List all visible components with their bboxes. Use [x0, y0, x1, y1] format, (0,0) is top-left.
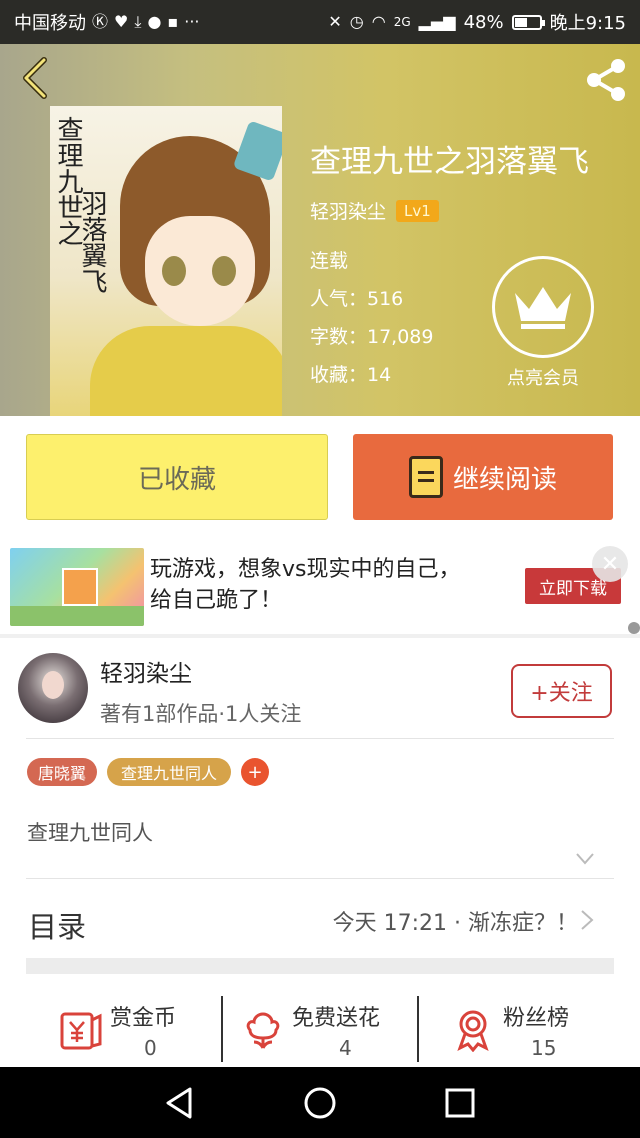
- stat-fans-value: 15: [531, 1036, 557, 1060]
- follow-button[interactable]: +关注: [511, 664, 612, 718]
- continue-reading-button[interactable]: 继续阅读: [353, 434, 613, 520]
- book-header: 查理九世之 羽落翼飞 查理九世之羽落翼飞 轻羽染尘 Lv1 连载 人气：516 …: [0, 44, 640, 416]
- share-icon: [587, 59, 625, 101]
- divider: [221, 996, 223, 1062]
- section-divider: [0, 634, 640, 638]
- carrier-label: 中国移动: [14, 13, 86, 34]
- cover-art-eye: [162, 256, 186, 286]
- continue-reading-label: 继续阅读: [452, 464, 557, 495]
- medal-icon[interactable]: [450, 1006, 496, 1052]
- book-cover[interactable]: 查理九世之 羽落翼飞: [50, 106, 282, 416]
- divider: [417, 996, 419, 1062]
- stat-coins[interactable]: 赏金币 0: [110, 996, 210, 1062]
- book-description: 查理九世同人: [27, 821, 153, 845]
- author-avatar[interactable]: [18, 653, 88, 723]
- cover-art-eye: [212, 256, 236, 286]
- more-icon: ···: [184, 12, 200, 31]
- word-count: 字数：17,089: [310, 326, 434, 348]
- ad-text-line2: 给自己跪了！: [150, 588, 283, 613]
- ad-image-ground: [10, 606, 144, 626]
- chat-icon: ●: [147, 12, 162, 31]
- ad-text-line1: 玩游戏，想象vs现实中的自己，: [150, 557, 461, 582]
- recents-nav-icon[interactable]: [440, 1083, 480, 1123]
- ad-image-house: [62, 568, 98, 606]
- vip-label: 点亮会员: [507, 368, 579, 389]
- crown-icon: [515, 287, 571, 329]
- stat-flowers-value: 4: [339, 1036, 352, 1060]
- toc-label[interactable]: 目录: [28, 904, 86, 946]
- k-icon: Ⓚ: [92, 12, 109, 31]
- coin-reward-icon[interactable]: [58, 1006, 104, 1052]
- ad-image: [10, 548, 144, 626]
- vip-button[interactable]: [492, 256, 594, 358]
- author-card-name[interactable]: 轻羽染尘: [100, 654, 192, 688]
- stat-flowers[interactable]: 免费送花 4: [292, 996, 412, 1062]
- ad-text: 玩游戏，想象vs现实中的自己， 给自己跪了！: [150, 554, 460, 616]
- author-card-meta: 著有1部作品·1人关注: [100, 702, 302, 726]
- status-bar: 中国移动 Ⓚ ♥ ⤓ ● ▪ ··· ✕ ◷ ◠ 2G ▂▄▆ 48% 晚上9:…: [0, 0, 640, 44]
- network-type: 2G: [393, 15, 411, 29]
- battery-fill: [514, 17, 527, 27]
- ad-info-icon[interactable]: [628, 622, 640, 634]
- section-divider: [26, 958, 614, 974]
- author-name[interactable]: 轻羽染尘: [310, 197, 386, 224]
- ad-close-button[interactable]: ✕: [592, 546, 628, 582]
- chevron-right-icon[interactable]: [580, 909, 594, 931]
- serial-status: 连载: [310, 250, 349, 272]
- stat-flowers-label: 免费送花: [292, 1006, 381, 1031]
- popularity: 人气：516: [310, 288, 404, 310]
- cover-art-coat: [90, 326, 282, 416]
- wifi-icon: ◠: [371, 12, 386, 31]
- mute-icon: ✕: [328, 12, 342, 31]
- add-tag-button[interactable]: +: [241, 758, 269, 786]
- share-button[interactable]: [582, 56, 630, 104]
- battery-percent: 48%: [463, 11, 504, 33]
- back-nav-icon[interactable]: [160, 1083, 200, 1123]
- app-icon: ▪: [167, 12, 179, 31]
- chevron-down-icon[interactable]: [575, 852, 595, 866]
- stat-fans-label: 粉丝榜: [503, 1006, 570, 1031]
- level-badge: Lv1: [396, 199, 439, 222]
- home-nav-icon[interactable]: [300, 1083, 340, 1123]
- author-row: 轻羽染尘 Lv1: [310, 197, 439, 224]
- heart-pulse-icon: ♥: [114, 12, 129, 31]
- close-icon: ✕: [600, 551, 620, 577]
- download-icon: ⤓: [134, 12, 142, 31]
- chevron-left-icon: [23, 57, 47, 99]
- clock: 晚上9:15: [549, 13, 626, 34]
- favorite-count: 收藏：14: [310, 364, 392, 386]
- tag-chip[interactable]: 唐晓翼: [27, 758, 97, 786]
- stat-coins-value: 0: [144, 1036, 157, 1060]
- system-navigation-bar: [0, 1067, 640, 1138]
- book-icon: [408, 456, 443, 498]
- plus-icon: +: [247, 761, 263, 783]
- back-button[interactable]: [12, 54, 60, 102]
- signal-icon: ▂▄▆: [418, 12, 456, 31]
- alarm-icon: ◷: [349, 12, 364, 31]
- battery-icon: [511, 14, 545, 30]
- tag-chip[interactable]: 查理九世同人: [107, 758, 231, 786]
- cover-title-col2: 羽落翼飞: [77, 190, 107, 294]
- favorited-button[interactable]: 已收藏: [26, 434, 328, 520]
- divider: [26, 878, 614, 879]
- flower-icon[interactable]: [240, 1006, 286, 1052]
- stat-fans[interactable]: 粉丝榜 15: [503, 996, 603, 1062]
- stat-coins-label: 赏金币: [110, 1006, 177, 1031]
- divider: [26, 738, 614, 739]
- latest-chapter[interactable]: 今天 17:21 · 渐冻症？！: [333, 905, 578, 937]
- book-title: 查理九世之羽落翼飞: [310, 144, 589, 180]
